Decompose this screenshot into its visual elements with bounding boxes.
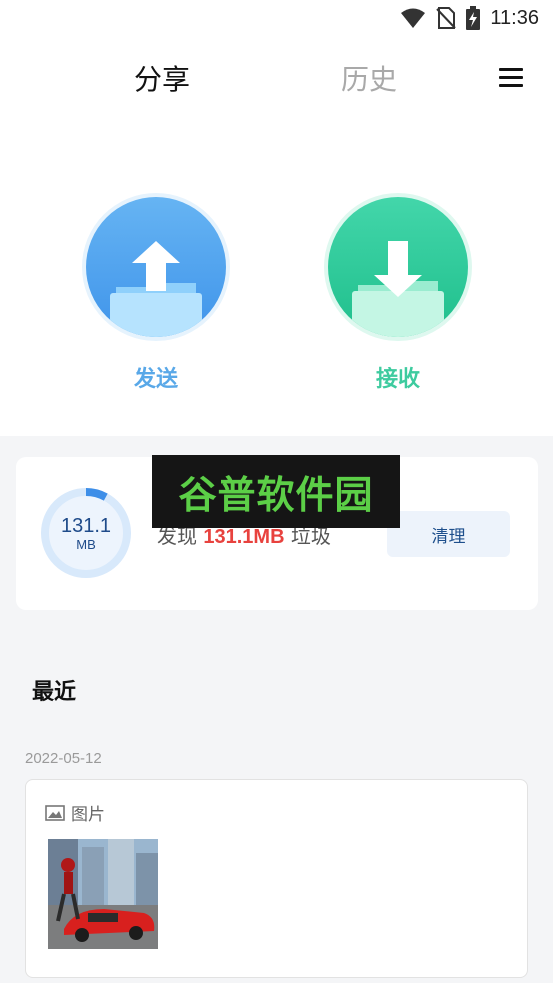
recent-title: 最近 xyxy=(32,680,77,705)
category-label: 图片 xyxy=(71,805,105,825)
recent-group-card: 图片 xyxy=(25,779,528,978)
upload-folder-icon xyxy=(86,197,226,337)
receive-label: 接收 xyxy=(375,367,420,392)
clean-button[interactable]: 清理 xyxy=(387,511,510,557)
tab-bar: 分享 历史 xyxy=(0,52,553,104)
hamburger-menu-icon[interactable] xyxy=(499,68,523,88)
receive-button[interactable]: 接收 xyxy=(323,193,473,393)
send-button[interactable]: 发送 xyxy=(81,193,231,393)
status-bar: 11:36 xyxy=(0,0,553,38)
junk-ring-unit: MB xyxy=(76,536,96,552)
battery-charging-icon xyxy=(466,6,481,30)
category-header: 图片 xyxy=(45,800,105,825)
top-panel: 11:36 分享 历史 发送 接收 xyxy=(0,0,553,436)
send-circle xyxy=(82,193,230,341)
recent-date: 2022-05-12 xyxy=(25,750,102,767)
junk-amount: 131.1MB xyxy=(203,526,285,548)
tab-share[interactable]: 分享 xyxy=(134,58,190,98)
wifi-icon xyxy=(401,8,426,28)
junk-ring-label: 131.1 MB xyxy=(40,487,132,579)
clock: 11:36 xyxy=(490,6,539,29)
watermark-text: 谷普软件园 xyxy=(178,473,374,517)
no-sim-icon xyxy=(436,7,457,29)
send-label: 发送 xyxy=(133,367,178,392)
download-folder-icon xyxy=(328,197,468,337)
image-icon xyxy=(45,804,65,821)
image-thumbnail[interactable] xyxy=(48,839,158,949)
receive-circle xyxy=(324,193,472,341)
tab-history[interactable]: 历史 xyxy=(341,58,397,98)
junk-ring-value: 131.1 xyxy=(60,514,112,537)
watermark-banner: 谷普软件园 xyxy=(152,455,400,528)
